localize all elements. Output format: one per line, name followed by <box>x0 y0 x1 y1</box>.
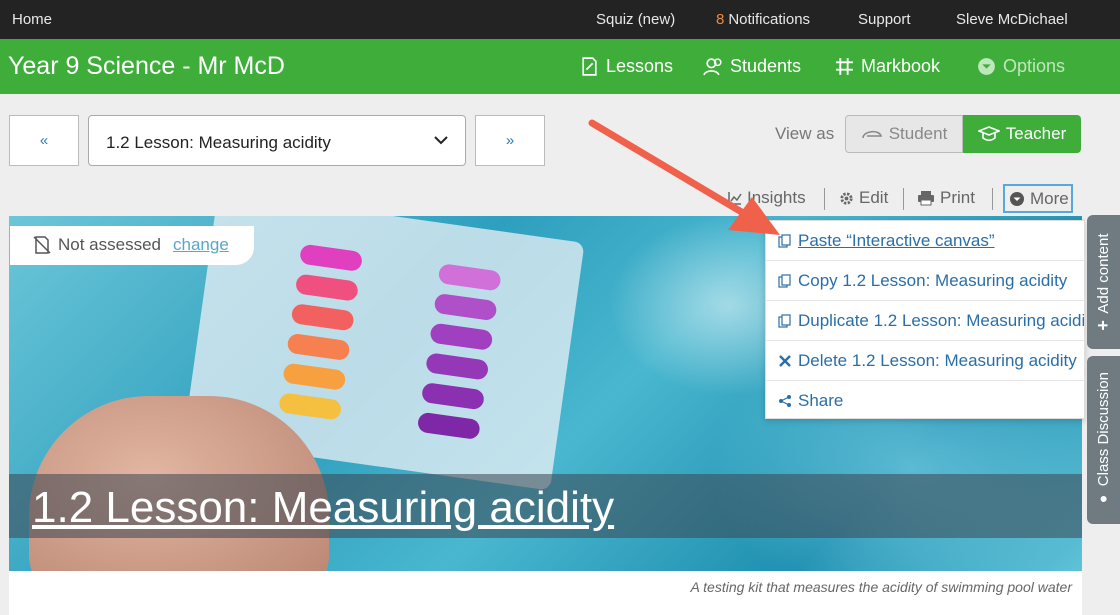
color-strip <box>425 352 490 381</box>
copy-icon <box>778 273 791 288</box>
color-strip <box>290 303 355 332</box>
graduation-cap-icon <box>977 126 1000 142</box>
plus-icon: + <box>1093 319 1113 331</box>
home-link[interactable]: Home <box>12 11 52 28</box>
gear-icon <box>840 191 853 205</box>
nav-options-label: Options <box>1003 56 1066 76</box>
more-label: More <box>1030 188 1069 208</box>
insights-button[interactable]: Insights <box>728 188 806 208</box>
support-link[interactable]: Support <box>858 11 911 28</box>
copy-menu-item[interactable]: Copy 1.2 Lesson: Measuring acidity <box>766 261 1084 301</box>
action-divider <box>903 188 904 210</box>
color-strip <box>286 332 351 362</box>
students-icon <box>703 58 722 76</box>
paste-menu-item[interactable]: Paste “Interactive canvas” <box>766 221 1084 261</box>
teacher-toggle-label: Teacher <box>1005 124 1067 143</box>
student-toggle-label: Student <box>888 124 948 143</box>
more-button[interactable]: More <box>1003 184 1073 213</box>
notifications-count: 8 <box>716 11 725 28</box>
view-as-teacher-button[interactable]: Teacher <box>963 115 1081 153</box>
print-label: Print <box>940 188 975 207</box>
previous-lesson-button[interactable]: « <box>9 115 79 166</box>
chevron-down-circle-icon <box>978 58 995 75</box>
grid-icon <box>836 58 853 75</box>
view-as-student-button[interactable]: Student <box>845 115 963 153</box>
duplicate-icon <box>778 313 791 328</box>
share-menu-label: Share <box>798 391 844 410</box>
next-lesson-button[interactable]: » <box>475 115 545 166</box>
nav-lessons[interactable]: Lessons <box>579 56 673 77</box>
view-as-label: View as <box>775 124 835 143</box>
action-divider <box>824 188 825 210</box>
squiz-link[interactable]: Squiz (new) <box>596 11 675 28</box>
class-discussion-label: Class Discussion <box>1095 371 1112 487</box>
class-header: Year 9 Science - Mr McD Lessons Students… <box>0 39 1120 94</box>
class-title: Year 9 Science - Mr McD <box>8 52 285 80</box>
top-navigation-bar: Home Squiz (new) 8 Notifications Support … <box>0 0 1120 39</box>
paste-menu-label: Paste “Interactive canvas” <box>798 230 995 250</box>
color-strip <box>420 381 486 411</box>
edit-button[interactable]: Edit <box>839 188 888 208</box>
nav-options[interactable]: Options <box>976 56 1065 77</box>
assessment-status: Not assessed change <box>10 226 254 265</box>
lesson-select-value: 1.2 Lesson: Measuring acidity <box>106 133 331 152</box>
class-discussion-tab[interactable]: ● Class Discussion <box>1087 356 1120 524</box>
duplicate-menu-item[interactable]: Duplicate 1.2 Lesson: Measuring acidity <box>766 301 1084 341</box>
cap-icon <box>861 130 882 139</box>
chart-icon <box>728 192 742 205</box>
add-content-label: Add content <box>1095 233 1112 314</box>
lesson-select[interactable]: 1.2 Lesson: Measuring acidity <box>88 115 466 166</box>
printer-icon <box>918 191 934 206</box>
copy-menu-label: Copy 1.2 Lesson: Measuring acidity <box>798 270 1068 290</box>
chat-icon: ● <box>1095 492 1112 509</box>
change-assessment-link[interactable]: change <box>173 235 229 255</box>
color-strip <box>437 263 502 292</box>
image-caption: A testing kit that measures the acidity … <box>9 571 1082 615</box>
nav-markbook[interactable]: Markbook <box>834 56 940 77</box>
color-strip <box>429 322 494 351</box>
notifications-label: Notifications <box>728 11 811 28</box>
lessons-icon <box>582 57 597 76</box>
close-icon <box>779 354 791 367</box>
no-assessment-icon <box>33 236 51 254</box>
duplicate-menu-label: Duplicate 1.2 Lesson: Measuring acidity <box>798 310 1085 330</box>
assessment-status-text: Not assessed <box>58 235 161 254</box>
color-strip <box>298 243 364 273</box>
more-dropdown-menu: Paste “Interactive canvas” Copy 1.2 Less… <box>765 220 1085 419</box>
notifications-link[interactable]: 8 Notifications <box>716 11 810 28</box>
share-icon <box>779 395 791 407</box>
color-strip <box>278 392 343 421</box>
user-menu[interactable]: Sleve McDichael <box>956 11 1068 28</box>
delete-menu-item[interactable]: Delete 1.2 Lesson: Measuring acidity <box>766 341 1084 381</box>
color-strip <box>282 362 347 391</box>
action-divider <box>992 188 993 210</box>
chevron-down-icon <box>434 136 448 145</box>
color-strip <box>433 292 498 322</box>
add-content-tab[interactable]: + Add content <box>1087 215 1120 349</box>
lesson-title-link[interactable]: 1.2 Lesson: Measuring acidity <box>32 483 614 533</box>
share-menu-item[interactable]: Share <box>766 381 1084 418</box>
nav-students-label: Students <box>730 56 802 76</box>
nav-students[interactable]: Students <box>703 56 801 77</box>
color-strip <box>294 273 359 302</box>
print-button[interactable]: Print <box>917 188 975 208</box>
edit-label: Edit <box>859 188 889 207</box>
nav-lessons-label: Lessons <box>606 56 674 76</box>
insights-label: Insights <box>747 188 806 207</box>
chevron-down-circle-icon <box>1010 191 1024 206</box>
delete-menu-label: Delete 1.2 Lesson: Measuring acidity <box>798 350 1077 370</box>
color-strip <box>416 411 481 441</box>
nav-markbook-label: Markbook <box>861 56 941 76</box>
paste-icon <box>778 233 791 248</box>
